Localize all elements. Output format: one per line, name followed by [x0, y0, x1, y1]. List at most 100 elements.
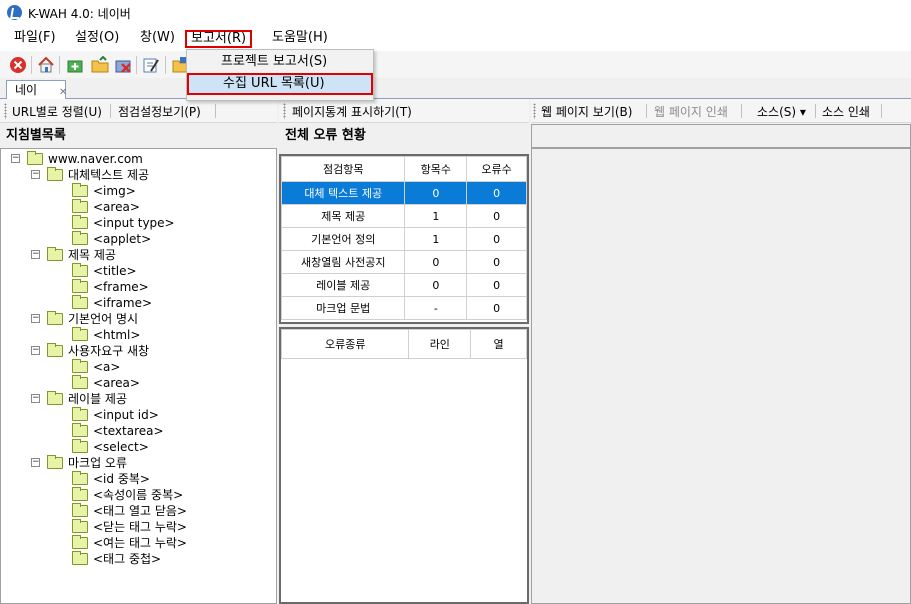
- menu-report[interactable]: 보고서(R): [185, 30, 253, 48]
- home-icon[interactable]: [37, 56, 55, 74]
- table-cell: 새창열림 사전공지: [280, 250, 406, 274]
- tree-label: <id 중복>: [93, 472, 150, 486]
- window-title: K-WAH 4.0: 네이버: [28, 7, 131, 21]
- table-cell: 레이블 제공: [280, 273, 406, 297]
- tree-label: <속성이름 중복>: [93, 488, 184, 502]
- folder-icon: [72, 471, 88, 485]
- tab-naver[interactable]: 네이 ✕: [6, 80, 67, 100]
- table-cell: 1: [404, 227, 468, 251]
- tree-label: 대체텍스트 제공: [68, 168, 150, 182]
- column-header[interactable]: 오류수: [466, 156, 527, 182]
- folder-icon: [72, 439, 88, 453]
- folder-icon: [72, 231, 88, 245]
- folder-icon: [72, 199, 88, 213]
- column-header[interactable]: 항목수: [404, 156, 468, 182]
- folder-icon: [72, 215, 88, 229]
- collapse-icon[interactable]: −: [31, 458, 40, 467]
- column-header[interactable]: 점검항목: [280, 156, 406, 182]
- column-header[interactable]: 라인: [408, 329, 472, 359]
- menu-item-collected-urls[interactable]: 수집 URL 목록(U): [187, 73, 373, 95]
- table-row[interactable]: 레이블 제공 0 0: [280, 273, 527, 297]
- webpage-header: [531, 124, 911, 148]
- tree-label: <select>: [93, 440, 149, 454]
- summary-title: 전체 오류 현황: [279, 124, 529, 148]
- stop-icon[interactable]: [9, 56, 27, 74]
- delete-icon[interactable]: [114, 56, 132, 74]
- error-table: 오류종류 라인 열: [280, 329, 527, 359]
- table-cell: 0: [404, 250, 468, 274]
- tree-label: <textarea>: [93, 424, 164, 438]
- tree-label: 제목 제공: [68, 248, 116, 262]
- folder-icon: [72, 263, 88, 277]
- table-cell: 0: [466, 296, 527, 320]
- folder-icon: [72, 423, 88, 437]
- title-bar: K-WAH 4.0: 네이버: [0, 0, 911, 26]
- tree-panel-title: 지침별목록: [0, 124, 277, 148]
- report-menu: 프로젝트 보고서(S) 수집 URL 목록(U): [186, 49, 374, 101]
- tree-label: <area>: [93, 376, 140, 390]
- open-folder-icon[interactable]: [91, 55, 109, 74]
- menu-window[interactable]: 창(W): [136, 30, 179, 48]
- folder-icon: [72, 375, 88, 389]
- menu-file[interactable]: 파일(F): [10, 30, 60, 48]
- tree-label: <태그 중첩>: [93, 552, 162, 566]
- print-webpage-button[interactable]: 웹 페이지 인쇄: [654, 103, 728, 120]
- folder-icon: [47, 247, 63, 261]
- column-header[interactable]: 오류종류: [280, 329, 410, 359]
- tree-label: 사용자요구 새창: [68, 344, 150, 358]
- tree-label: 마크업 오류: [68, 456, 128, 470]
- folder-icon: [72, 535, 88, 549]
- folder-icon: [47, 343, 63, 357]
- print-source-button[interactable]: 소스 인쇄: [822, 103, 870, 120]
- tree-label: <iframe>: [93, 296, 153, 310]
- view-webpage-button[interactable]: 웹 페이지 보기(B): [541, 103, 632, 120]
- collapse-icon[interactable]: −: [31, 250, 40, 259]
- right-toolbar: 웹 페이지 보기(B) 웹 페이지 인쇄 소스(S) ▾ 소스 인쇄: [531, 99, 911, 123]
- tree-label: <html>: [93, 328, 141, 342]
- table-row[interactable]: 대체 텍스트 제공 0 0: [280, 181, 527, 205]
- add-page-icon[interactable]: [66, 56, 84, 74]
- toolbar: [0, 51, 911, 78]
- tree-label: <img>: [93, 184, 136, 198]
- menu-settings[interactable]: 설정(O): [71, 30, 123, 48]
- folder-icon: [72, 519, 88, 533]
- tree-label: <input type>: [93, 216, 175, 230]
- tree-label: <area>: [93, 200, 140, 214]
- folder-icon: [72, 487, 88, 501]
- source-dropdown[interactable]: 소스(S) ▾: [757, 103, 806, 120]
- collapse-icon[interactable]: −: [31, 314, 40, 323]
- middle-toolbar: 페이지통계 표시하기(T): [279, 99, 529, 123]
- tree-label: <frame>: [93, 280, 149, 294]
- column-header[interactable]: 열: [470, 329, 527, 359]
- table-row[interactable]: 제목 제공 1 0: [280, 204, 527, 228]
- collapse-icon[interactable]: −: [11, 154, 20, 163]
- collapse-icon[interactable]: −: [31, 346, 40, 355]
- collapse-icon[interactable]: −: [31, 394, 40, 403]
- tree-label: www.naver.com: [48, 152, 143, 166]
- menu-item-project-report[interactable]: 프로젝트 보고서(S): [187, 51, 373, 73]
- show-page-stats-button[interactable]: 페이지통계 표시하기(T): [292, 103, 412, 120]
- table-cell: 제목 제공: [280, 204, 406, 228]
- error-header-row: 오류종류 라인 열: [280, 329, 527, 359]
- table-cell: 0: [466, 273, 527, 297]
- summary-header-row: 점검항목 항목수 오류수: [280, 156, 527, 182]
- table-row[interactable]: 마크업 문법 - 0: [280, 296, 527, 320]
- tree-label: <닫는 태그 누락>: [93, 520, 187, 534]
- tree-label: <title>: [93, 264, 137, 278]
- folder-icon: [47, 391, 63, 405]
- tab-strip: 네이 ✕: [0, 78, 911, 100]
- collapse-icon[interactable]: −: [31, 170, 40, 179]
- table-row[interactable]: 새창열림 사전공지 0 0: [280, 250, 527, 274]
- guideline-tree: − www.naver.com − 대체텍스트 제공 <img> <area> <input…: [0, 148, 277, 604]
- table-row[interactable]: 기본언어 정의 1 0: [280, 227, 527, 251]
- edit-icon[interactable]: [142, 56, 160, 74]
- table-cell: 0: [404, 181, 468, 205]
- folder-icon: [47, 167, 63, 181]
- view-settings-button[interactable]: 점검설정보기(P): [118, 103, 201, 120]
- table-cell: 0: [466, 227, 527, 251]
- sort-by-url-button[interactable]: URL별로 정렬(U): [12, 103, 102, 120]
- tree-label: <input id>: [93, 408, 159, 422]
- table-cell: 기본언어 정의: [280, 227, 406, 251]
- tree-label: <a>: [93, 360, 121, 374]
- menu-help[interactable]: 도움말(H): [268, 30, 332, 48]
